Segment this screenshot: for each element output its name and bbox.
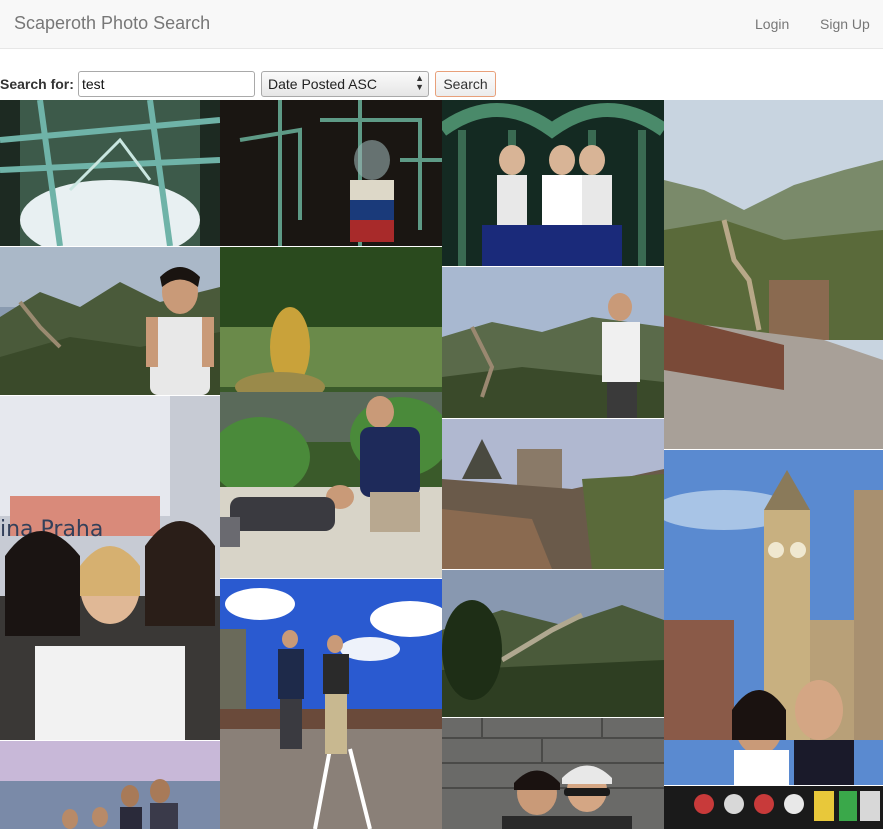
photo-shop-shelf[interactable]: [664, 786, 883, 829]
photo-mirror-room-people[interactable]: [442, 100, 664, 266]
photo-man-great-wall[interactable]: [442, 267, 664, 418]
photo-big-ben-couple[interactable]: [664, 450, 883, 785]
photo-crowd-square[interactable]: [220, 579, 442, 829]
search-input[interactable]: [78, 71, 255, 97]
photo-group-hikers[interactable]: [0, 741, 220, 829]
login-link[interactable]: Login: [755, 16, 789, 32]
photo-woman-great-wall[interactable]: [0, 247, 220, 395]
photo-glass-apparatus[interactable]: [220, 100, 442, 246]
search-button[interactable]: Search: [435, 71, 496, 97]
search-form: Search for: Date Posted ASC ▲▼ Search: [0, 70, 883, 98]
signup-link[interactable]: Sign Up: [820, 16, 870, 32]
sort-selected-value: Date Posted ASC: [268, 76, 377, 92]
photo-great-wall-tower[interactable]: [442, 419, 664, 569]
photo-great-wall-landscape[interactable]: [664, 100, 883, 449]
photo-fountain-statue-people[interactable]: [220, 247, 442, 578]
photo-glass-sculpture[interactable]: [0, 100, 220, 246]
search-label: Search for:: [0, 76, 74, 92]
photo-great-wall-hills[interactable]: [442, 570, 664, 717]
navbar: Scaperoth Photo Search Login Sign Up: [0, 0, 883, 49]
photo-couple-selfie-wall[interactable]: [442, 718, 664, 829]
sort-select[interactable]: Date Posted ASC ▲ ▼: [261, 71, 429, 97]
brand-link[interactable]: Scaperoth Photo Search: [14, 13, 210, 34]
photo-three-friends-selfie[interactable]: ina Praha: [0, 396, 220, 740]
select-arrows-icon: ▲ ▼: [415, 73, 424, 92]
